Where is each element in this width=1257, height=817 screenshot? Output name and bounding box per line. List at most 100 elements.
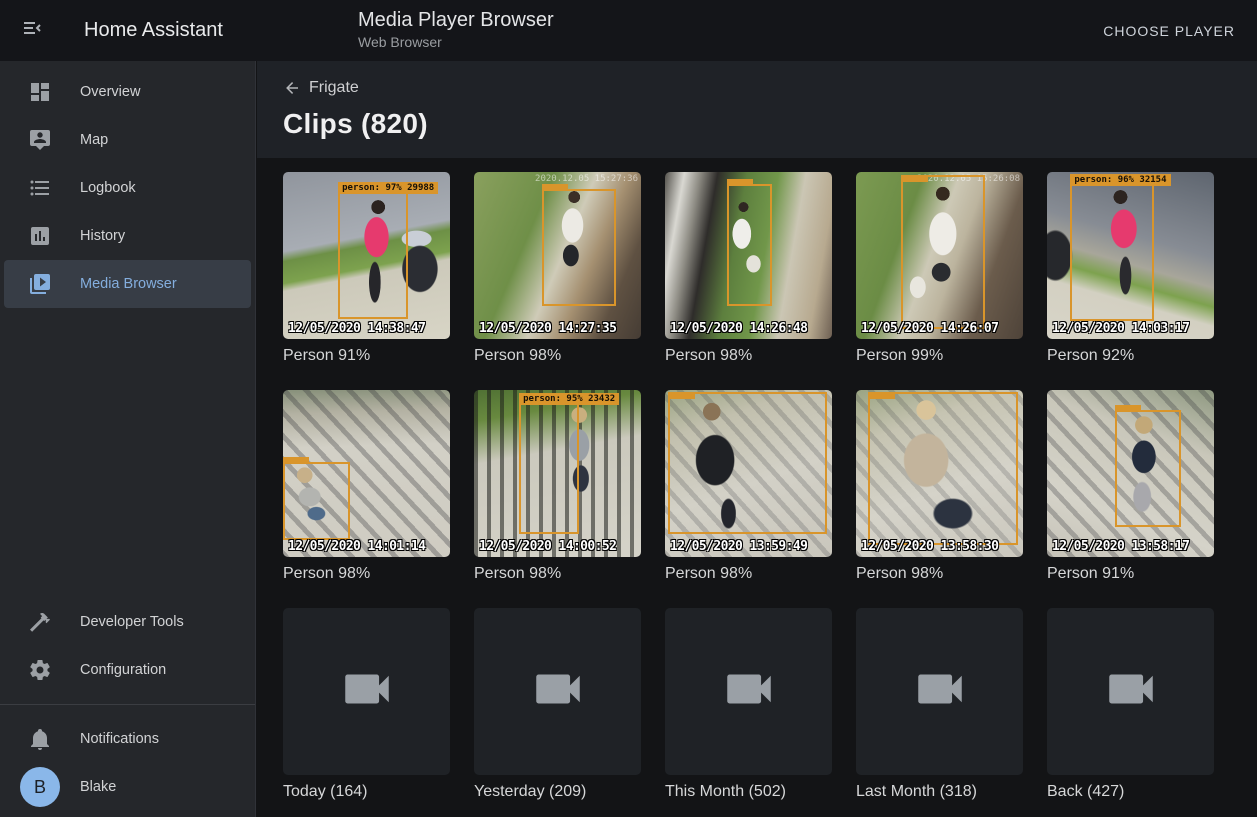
folder-tile-this-month[interactable]: This Month (502) — [665, 608, 832, 801]
detection-box: person: 96% 32154 — [1070, 184, 1154, 321]
clip-thumbnail: 12/05/2020 14:01:14 — [283, 390, 450, 557]
media-browser-content: Frigate Clips (820) person: 97% 29988 12… — [257, 61, 1257, 817]
sidebar-item-label: Overview — [80, 84, 140, 100]
clip-tile[interactable]: 2020.12.05 15:26:08 12/05/2020 14:26:07 … — [856, 172, 1023, 365]
sidebar-item-logbook[interactable]: Logbook — [4, 164, 251, 212]
clip-tile[interactable]: 12/05/2020 13:58:17 Person 91% — [1047, 390, 1214, 583]
sidebar-item-map[interactable]: Map — [4, 116, 251, 164]
clip-tile[interactable]: 12/05/2020 13:59:49 Person 98% — [665, 390, 832, 583]
sidebar: Overview Map Logbook History Media Brows… — [0, 61, 256, 817]
clip-timestamp: 12/05/2020 13:58:30 — [861, 539, 998, 554]
bell-icon — [28, 727, 52, 751]
video-camera-icon — [720, 660, 778, 723]
detection-box: person: 95% 23432 — [519, 403, 579, 533]
clip-timestamp: 12/05/2020 13:59:49 — [670, 539, 807, 554]
folder-caption: Yesterday (209) — [474, 783, 641, 801]
detection-label — [283, 457, 309, 463]
clip-timestamp: 12/05/2020 14:03:17 — [1052, 321, 1189, 336]
clip-thumbnail: 12/05/2020 13:59:49 — [665, 390, 832, 557]
folder-thumbnail — [1047, 608, 1214, 775]
detection-box — [901, 175, 985, 329]
folder-caption: Last Month (318) — [856, 783, 1023, 801]
detection-box — [668, 392, 827, 534]
sidebar-item-label: Media Browser — [80, 276, 177, 292]
clip-tile[interactable]: person: 96% 32154 12/05/2020 14:03:17 Pe… — [1047, 172, 1214, 365]
clip-tile[interactable]: 2020.12.05 15:27:36 12/05/2020 14:27:35 … — [474, 172, 641, 365]
breadcrumb-back-frigate[interactable]: Frigate — [283, 61, 359, 97]
sidebar-item-label: Logbook — [80, 180, 136, 196]
detection-label: person: 96% 32154 — [1070, 174, 1170, 186]
detection-box — [727, 184, 772, 306]
detection-label — [869, 393, 895, 399]
page-title-clips: Clips (820) — [283, 108, 1257, 140]
clip-timestamp: 12/05/2020 14:01:14 — [288, 539, 425, 554]
clip-caption: Person 99% — [856, 347, 1023, 365]
clip-thumbnail: person: 96% 32154 12/05/2020 14:03:17 — [1047, 172, 1214, 339]
clip-thumbnail: 12/05/2020 13:58:17 — [1047, 390, 1214, 557]
clip-thumbnail: 2020.12.05 15:27:36 12/05/2020 14:27:35 — [474, 172, 641, 339]
clip-thumbnail: person: 95% 23432 12/05/2020 14:00:52 — [474, 390, 641, 557]
video-camera-icon — [529, 660, 587, 723]
clip-thumbnail: 12/05/2020 14:26:48 — [665, 172, 832, 339]
clip-timestamp: 12/05/2020 14:26:48 — [670, 321, 807, 336]
clip-thumbnail: 2020.12.05 15:26:08 12/05/2020 14:26:07 — [856, 172, 1023, 339]
detection-box — [1115, 410, 1180, 527]
clip-caption: Person 92% — [1047, 347, 1214, 365]
chart-box-icon — [28, 224, 52, 248]
folder-thumbnail — [474, 608, 641, 775]
camera-overlay-text: 2020.12.05 15:27:36 — [535, 174, 638, 184]
clip-tile[interactable]: 12/05/2020 13:58:30 Person 98% — [856, 390, 1023, 583]
app-title: Home Assistant — [84, 19, 223, 42]
video-camera-icon — [338, 660, 396, 723]
user-name: Blake — [80, 779, 116, 795]
sidebar-divider — [0, 704, 255, 705]
page-title: Media Player Browser — [358, 8, 554, 32]
detection-box — [868, 392, 1018, 546]
sidebar-item-developer-tools[interactable]: Developer Tools — [4, 598, 251, 646]
gear-icon — [28, 658, 52, 682]
detection-label — [902, 176, 928, 182]
video-camera-icon — [911, 660, 969, 723]
detection-label: person: 97% 29988 — [338, 182, 438, 194]
folder-tile-back[interactable]: Back (427) — [1047, 608, 1214, 801]
tooltip-account-icon — [28, 128, 52, 152]
clip-thumbnail: person: 97% 29988 12/05/2020 14:38:47 — [283, 172, 450, 339]
detection-box: person: 97% 29988 — [338, 192, 408, 319]
clip-tile[interactable]: person: 95% 23432 12/05/2020 14:00:52 Pe… — [474, 390, 641, 583]
content-header: Frigate Clips (820) — [257, 61, 1257, 158]
sidebar-toggle-button[interactable] — [8, 7, 56, 55]
folder-tile-yesterday[interactable]: Yesterday (209) — [474, 608, 641, 801]
sidebar-item-media-browser[interactable]: Media Browser — [4, 260, 251, 308]
folder-thumbnail — [665, 608, 832, 775]
sidebar-item-label: Configuration — [80, 662, 166, 678]
detection-label — [1115, 405, 1141, 411]
folder-caption: Today (164) — [283, 783, 450, 801]
clip-caption: Person 98% — [474, 565, 641, 583]
clip-caption: Person 98% — [665, 347, 832, 365]
clip-tile[interactable]: 12/05/2020 14:01:14 Person 98% — [283, 390, 450, 583]
folder-thumbnail — [856, 608, 1023, 775]
clip-timestamp: 12/05/2020 14:27:35 — [479, 321, 616, 336]
sidebar-item-configuration[interactable]: Configuration — [4, 646, 251, 694]
choose-player-button[interactable]: CHOOSE PLAYER — [1091, 0, 1247, 61]
sidebar-item-overview[interactable]: Overview — [4, 68, 251, 116]
detection-box — [542, 189, 615, 306]
folder-tile-today[interactable]: Today (164) — [283, 608, 450, 801]
folder-tile-last-month[interactable]: Last Month (318) — [856, 608, 1023, 801]
detection-label — [727, 179, 753, 185]
dashboard-icon — [28, 80, 52, 104]
clip-timestamp: 12/05/2020 13:58:17 — [1052, 539, 1189, 554]
sidebar-item-label: Notifications — [80, 731, 159, 747]
sidebar-item-history[interactable]: History — [4, 212, 251, 260]
clip-caption: Person 98% — [283, 565, 450, 583]
detection-label — [669, 393, 695, 399]
user-avatar: B — [20, 767, 60, 807]
clip-thumbnail: 12/05/2020 13:58:30 — [856, 390, 1023, 557]
clip-tile[interactable]: person: 97% 29988 12/05/2020 14:38:47 Pe… — [283, 172, 450, 365]
play-box-multiple-icon — [28, 272, 52, 296]
sidebar-item-notifications[interactable]: Notifications — [4, 715, 251, 763]
folder-caption: Back (427) — [1047, 783, 1214, 801]
sidebar-item-label: Developer Tools — [80, 614, 184, 630]
sidebar-item-user-profile[interactable]: B Blake — [4, 763, 251, 811]
clip-tile[interactable]: 12/05/2020 14:26:48 Person 98% — [665, 172, 832, 365]
